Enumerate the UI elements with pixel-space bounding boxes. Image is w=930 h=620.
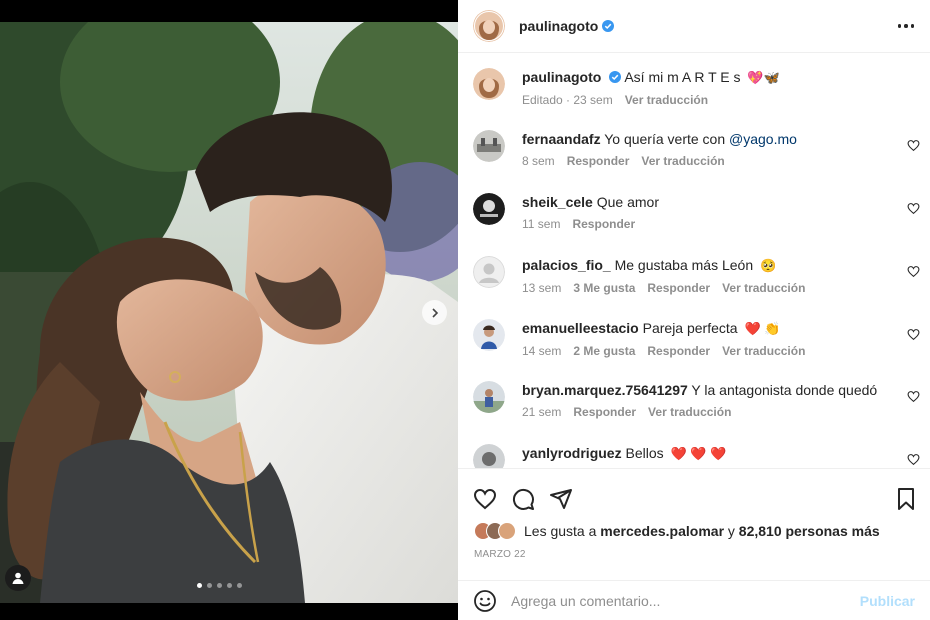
comment-time: 21 sem [522, 405, 562, 419]
comment-text: Yo quería verte con [604, 131, 730, 147]
caption-emojis: 💖🦋 [747, 70, 780, 85]
translate-button[interactable]: Ver traducción [722, 344, 805, 358]
commenter-username[interactable]: sheik_cele [522, 194, 593, 210]
commenter-avatar[interactable] [473, 130, 505, 162]
carousel-dot [207, 583, 212, 588]
heart-icon[interactable] [907, 202, 920, 215]
verified-badge-icon [602, 20, 615, 32]
likes-summary: Les gusta a mercedes.palomar y 82,810 pe… [458, 521, 930, 541]
reply-button[interactable]: Responder [647, 344, 710, 358]
tagged-users-button[interactable] [5, 565, 31, 591]
comments-list[interactable]: paulinagoto Así mi m A R T E s 💖🦋 Editad… [458, 54, 930, 468]
comment-item: yanlyrodriguez Bellos ❤️ ❤️ ❤️ [473, 444, 920, 468]
commenter-avatar[interactable] [473, 319, 505, 351]
carousel-next-button[interactable] [422, 300, 447, 325]
carousel-dot [237, 583, 242, 588]
comment-item: emanuelleestacio Pareja perfecta ❤️ 👏 14… [473, 319, 920, 358]
commenter-avatar[interactable] [473, 256, 505, 288]
comment-emoji: ❤️ ❤️ ❤️ [670, 446, 727, 461]
comment-time: 14 sem [522, 344, 562, 358]
share-icon[interactable] [549, 487, 573, 511]
comment-likes-count[interactable]: 3 Me gusta [573, 281, 635, 295]
user-tag-icon [12, 572, 24, 584]
author-avatar[interactable] [473, 10, 505, 42]
commenter-username[interactable]: bryan.marquez.75641297 [522, 382, 688, 398]
comment-likes-count[interactable]: 2 Me gusta [573, 344, 635, 358]
comment-item: sheik_cele Que amor 11 sem Responder [473, 193, 920, 231]
comment-text: Me gustaba más León [614, 257, 754, 273]
caption-author-avatar[interactable] [473, 68, 505, 100]
commenter-avatar[interactable] [473, 444, 505, 468]
likes-first-user[interactable]: mercedes.palomar [600, 523, 724, 539]
commenter-avatar[interactable] [473, 381, 505, 413]
heart-icon[interactable] [473, 487, 497, 511]
post-photo[interactable] [0, 22, 458, 603]
carousel-dot [197, 583, 202, 588]
chevron-right-icon [431, 307, 438, 318]
comment-item: bryan.marquez.75641297 Y la antagonista … [473, 381, 920, 419]
comment-mention[interactable]: @yago.mo [729, 131, 797, 147]
reply-button[interactable]: Responder [573, 405, 636, 419]
likes-others[interactable]: 82,810 personas más [739, 523, 880, 539]
comment-text: Que amor [596, 194, 659, 210]
comment-text: Bellos [625, 445, 664, 461]
post-caption: paulinagoto Así mi m A R T E s 💖🦋 Editad… [473, 68, 920, 107]
bookmark-icon[interactable] [894, 487, 918, 511]
heart-icon[interactable] [907, 328, 920, 341]
reply-button[interactable]: Responder [647, 281, 710, 295]
commenter-username[interactable]: yanlyrodriguez [522, 445, 622, 461]
commenter-username[interactable]: palacios_fio_ [522, 257, 611, 273]
emoji-icon[interactable] [473, 589, 497, 613]
post-media-pane [0, 0, 458, 620]
caption-translate-link[interactable]: Ver traducción [625, 93, 708, 107]
post-sidebar: paulinagoto paulinagoto Así mi m A R T E… [458, 0, 930, 620]
more-options-icon [897, 24, 901, 28]
carousel-dot [217, 583, 222, 588]
heart-icon[interactable] [907, 390, 920, 403]
commenter-username[interactable]: fernaandafz [522, 131, 601, 147]
caption-edited-time: Editado · 23 sem [522, 93, 613, 107]
translate-button[interactable]: Ver traducción [648, 405, 731, 419]
reply-button[interactable]: Responder [572, 217, 635, 231]
heart-icon[interactable] [907, 453, 920, 466]
author-username[interactable]: paulinagoto [519, 18, 598, 34]
comment-time: 11 sem [522, 217, 561, 231]
comment-time: 8 sem [522, 154, 555, 168]
carousel-indicator [197, 583, 242, 588]
carousel-dot [227, 583, 232, 588]
liker-avatars [474, 522, 516, 540]
post-header: paulinagoto [458, 0, 930, 53]
comment-input[interactable] [511, 592, 860, 609]
more-options-button[interactable] [897, 24, 914, 28]
comment-time: 13 sem [522, 281, 562, 295]
caption-text: Así mi m A R T E s [624, 69, 741, 85]
heart-icon[interactable] [907, 139, 920, 152]
likes-prefix: Les gusta a [524, 523, 597, 539]
comment-item: fernaandafz Yo quería verte con @yago.mo… [473, 130, 920, 168]
translate-button[interactable]: Ver traducción [722, 281, 805, 295]
commenter-avatar[interactable] [473, 193, 505, 225]
post-actions: Les gusta a mercedes.palomar y 82,810 pe… [458, 468, 930, 580]
liker-avatar [498, 522, 516, 540]
comment-composer: Publicar [458, 580, 930, 620]
comment-icon[interactable] [511, 487, 535, 511]
comment-text: Y la antagonista donde quedó [691, 382, 878, 398]
comment-emoji: 🥺 [760, 258, 777, 273]
translate-button[interactable]: Ver traducción [641, 154, 724, 168]
publish-button[interactable]: Publicar [860, 593, 915, 609]
comment-text: Pareja perfecta [642, 320, 738, 336]
reply-button[interactable]: Responder [567, 154, 630, 168]
comment-item: palacios_fio_ Me gustaba más León 🥺 13 s… [473, 256, 920, 295]
comment-emoji: ❤️ 👏 [744, 321, 781, 336]
post-date[interactable]: MARZO 22 [458, 549, 930, 560]
commenter-username[interactable]: emanuelleestacio [522, 320, 639, 336]
verified-badge-icon [609, 71, 622, 83]
caption-username[interactable]: paulinagoto [522, 69, 601, 85]
likes-connector: y [727, 523, 735, 539]
heart-icon[interactable] [907, 265, 920, 278]
